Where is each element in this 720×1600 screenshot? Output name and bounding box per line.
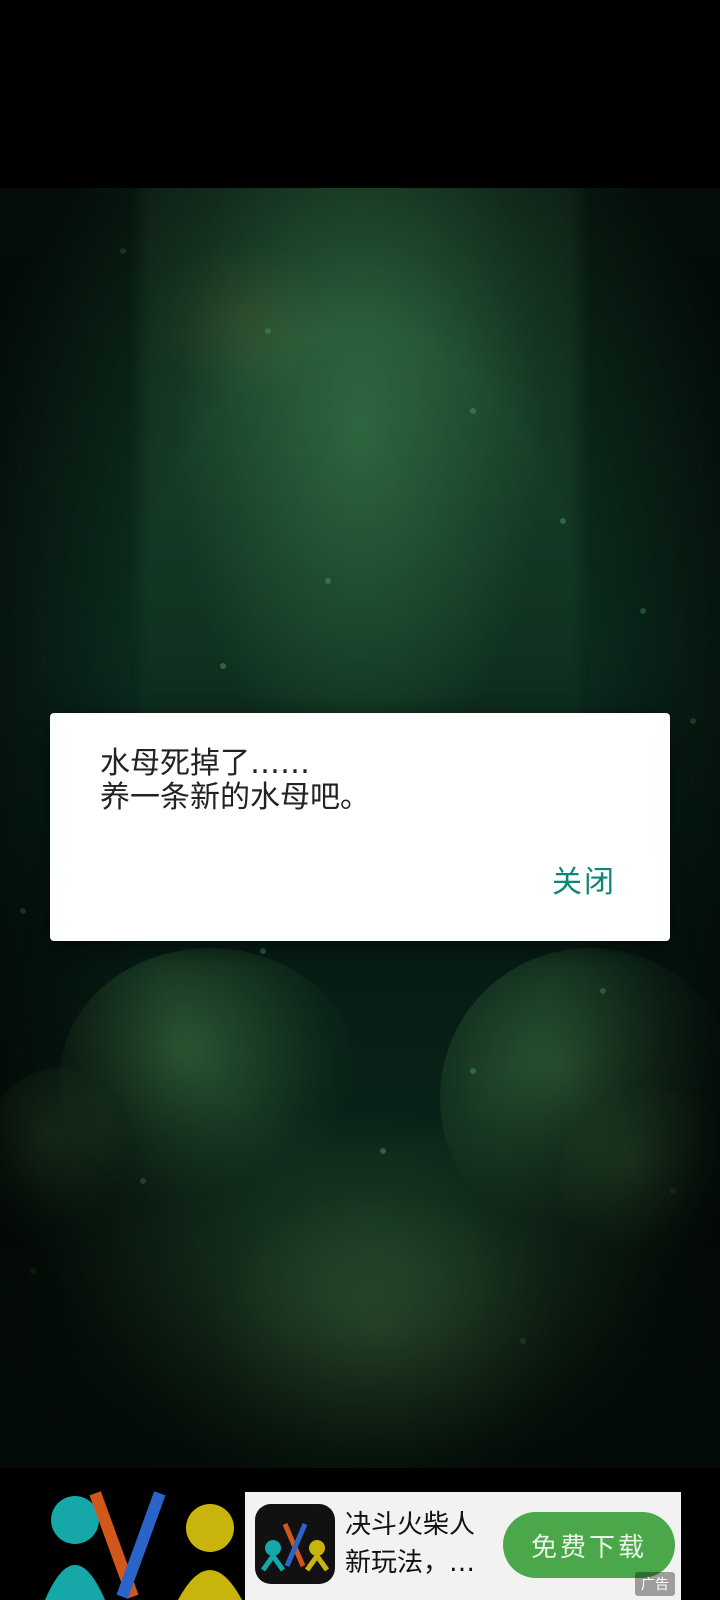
- ad-title-line1: 决斗火柴人: [345, 1510, 476, 1540]
- ad-badge: 广告: [635, 1572, 675, 1596]
- stickman-art-icon: [45, 1491, 242, 1600]
- app-screen: 水母死掉了…… 养一条新的水母吧。 关闭 决斗火柴人 新玩法，… 免费下载 广告: [0, 0, 720, 1600]
- close-button[interactable]: 关闭: [552, 857, 616, 901]
- ad-app-icon[interactable]: [255, 1504, 335, 1584]
- ad-title-line2: 新玩法，…: [345, 1548, 476, 1578]
- ad-stickman-artwork[interactable]: [40, 1490, 245, 1600]
- game-over-dialog: 水母死掉了…… 养一条新的水母吧。 关闭: [50, 713, 670, 941]
- dialog-message-line1: 水母死掉了……: [100, 746, 310, 781]
- ad-download-button[interactable]: 免费下载: [503, 1512, 675, 1578]
- dialog-message-line2: 养一条新的水母吧。: [100, 780, 370, 815]
- top-black-bar: [0, 0, 720, 188]
- ad-title[interactable]: 决斗火柴人 新玩法，…: [345, 1506, 495, 1582]
- ad-banner[interactable]: 决斗火柴人 新玩法，… 免费下载 广告: [245, 1492, 681, 1600]
- dialog-message: 水母死掉了…… 养一条新的水母吧。: [100, 747, 620, 815]
- stickman-app-icon: [260, 1523, 330, 1572]
